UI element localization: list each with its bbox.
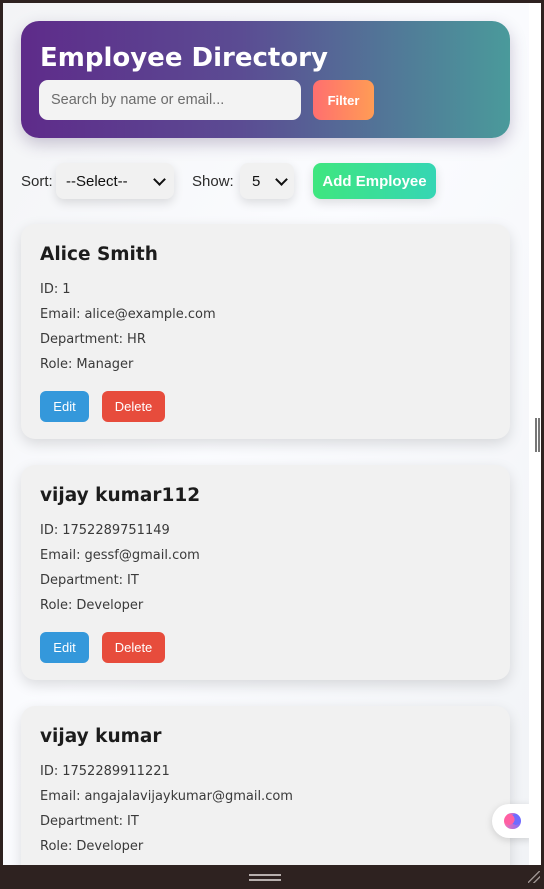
id-label: ID: (40, 764, 59, 779)
employee-email: Email: alice@example.com (40, 307, 216, 322)
employee-name: vijay kumar (40, 726, 162, 747)
role-value: Developer (76, 839, 144, 854)
app-viewport: Employee Directory Filter Sort: --Select… (3, 3, 529, 865)
employee-card: vijay kumar112 ID: 1752289751149 Email: ge… (21, 465, 510, 680)
directory-header: Employee Directory Filter (21, 21, 510, 138)
resize-corner-icon[interactable] (528, 871, 540, 883)
edit-button[interactable]: Edit (40, 391, 89, 422)
employee-card: Alice Smith ID: 1 Email: alice@example.com… (21, 224, 510, 439)
search-input[interactable] (39, 80, 301, 120)
employee-role: Role: Manager (40, 357, 133, 372)
employee-department: Department: IT (40, 573, 139, 588)
department-value: HR (127, 332, 146, 347)
department-value: IT (127, 573, 139, 588)
role-label: Role: (40, 598, 73, 613)
employee-name: vijay kumar112 (40, 485, 201, 506)
id-value: 1 (62, 282, 71, 297)
employee-department: Department: IT (40, 814, 139, 829)
employee-role: Role: Developer (40, 598, 143, 613)
department-label: Department: (40, 332, 124, 347)
add-employee-button[interactable]: Add Employee (313, 163, 436, 199)
employee-department: Department: HR (40, 332, 146, 347)
employee-email: Email: gessf@gmail.com (40, 548, 200, 563)
delete-button[interactable]: Delete (102, 632, 165, 663)
delete-button[interactable]: Delete (102, 391, 165, 422)
employee-id: ID: 1752289751149 (40, 523, 170, 538)
employee-id: ID: 1 (40, 282, 71, 297)
role-value: Manager (76, 357, 134, 372)
grip-icon (535, 418, 537, 452)
id-value: 1752289911221 (62, 764, 170, 779)
id-value: 1752289751149 (62, 523, 170, 538)
role-label: Role: (40, 357, 73, 372)
filter-button[interactable]: Filter (313, 80, 374, 120)
employee-email: Email: angajalavijaykumar@gmail.com (40, 789, 293, 804)
show-label: Show: (192, 173, 234, 190)
email-label: Email: (40, 548, 81, 563)
assistant-button[interactable] (492, 804, 529, 838)
employee-role: Role: Developer (40, 839, 143, 854)
grip-icon (538, 418, 540, 452)
employee-id: ID: 1752289911221 (40, 764, 170, 779)
email-value: gessf@gmail.com (84, 548, 200, 563)
edit-button[interactable]: Edit (40, 632, 89, 663)
show-selected-value: 5 (252, 172, 261, 190)
email-value: alice@example.com (84, 307, 216, 322)
sort-label: Sort: (21, 173, 53, 190)
id-label: ID: (40, 523, 59, 538)
department-value: IT (127, 814, 139, 829)
employee-name: Alice Smith (40, 244, 158, 265)
employee-card: vijay kumar ID: 1752289911221 Email: angaj… (21, 706, 510, 865)
chevron-down-icon (275, 172, 288, 186)
panel-resize-handle[interactable] (529, 3, 541, 865)
id-label: ID: (40, 282, 59, 297)
show-select[interactable]: 5 (240, 163, 294, 199)
role-value: Developer (76, 598, 144, 613)
email-label: Email: (40, 789, 81, 804)
department-label: Department: (40, 573, 124, 588)
drag-handle-icon[interactable] (249, 874, 281, 876)
sort-selected-value: --Select-- (66, 172, 128, 190)
chevron-down-icon (153, 172, 166, 186)
sort-select[interactable]: --Select-- (56, 163, 174, 199)
email-value: angajalavijaykumar@gmail.com (84, 789, 293, 804)
email-label: Email: (40, 307, 81, 322)
brain-icon (504, 813, 521, 829)
department-label: Department: (40, 814, 124, 829)
window-bottom-bar (0, 865, 544, 889)
role-label: Role: (40, 839, 73, 854)
page-title: Employee Directory (40, 43, 328, 73)
